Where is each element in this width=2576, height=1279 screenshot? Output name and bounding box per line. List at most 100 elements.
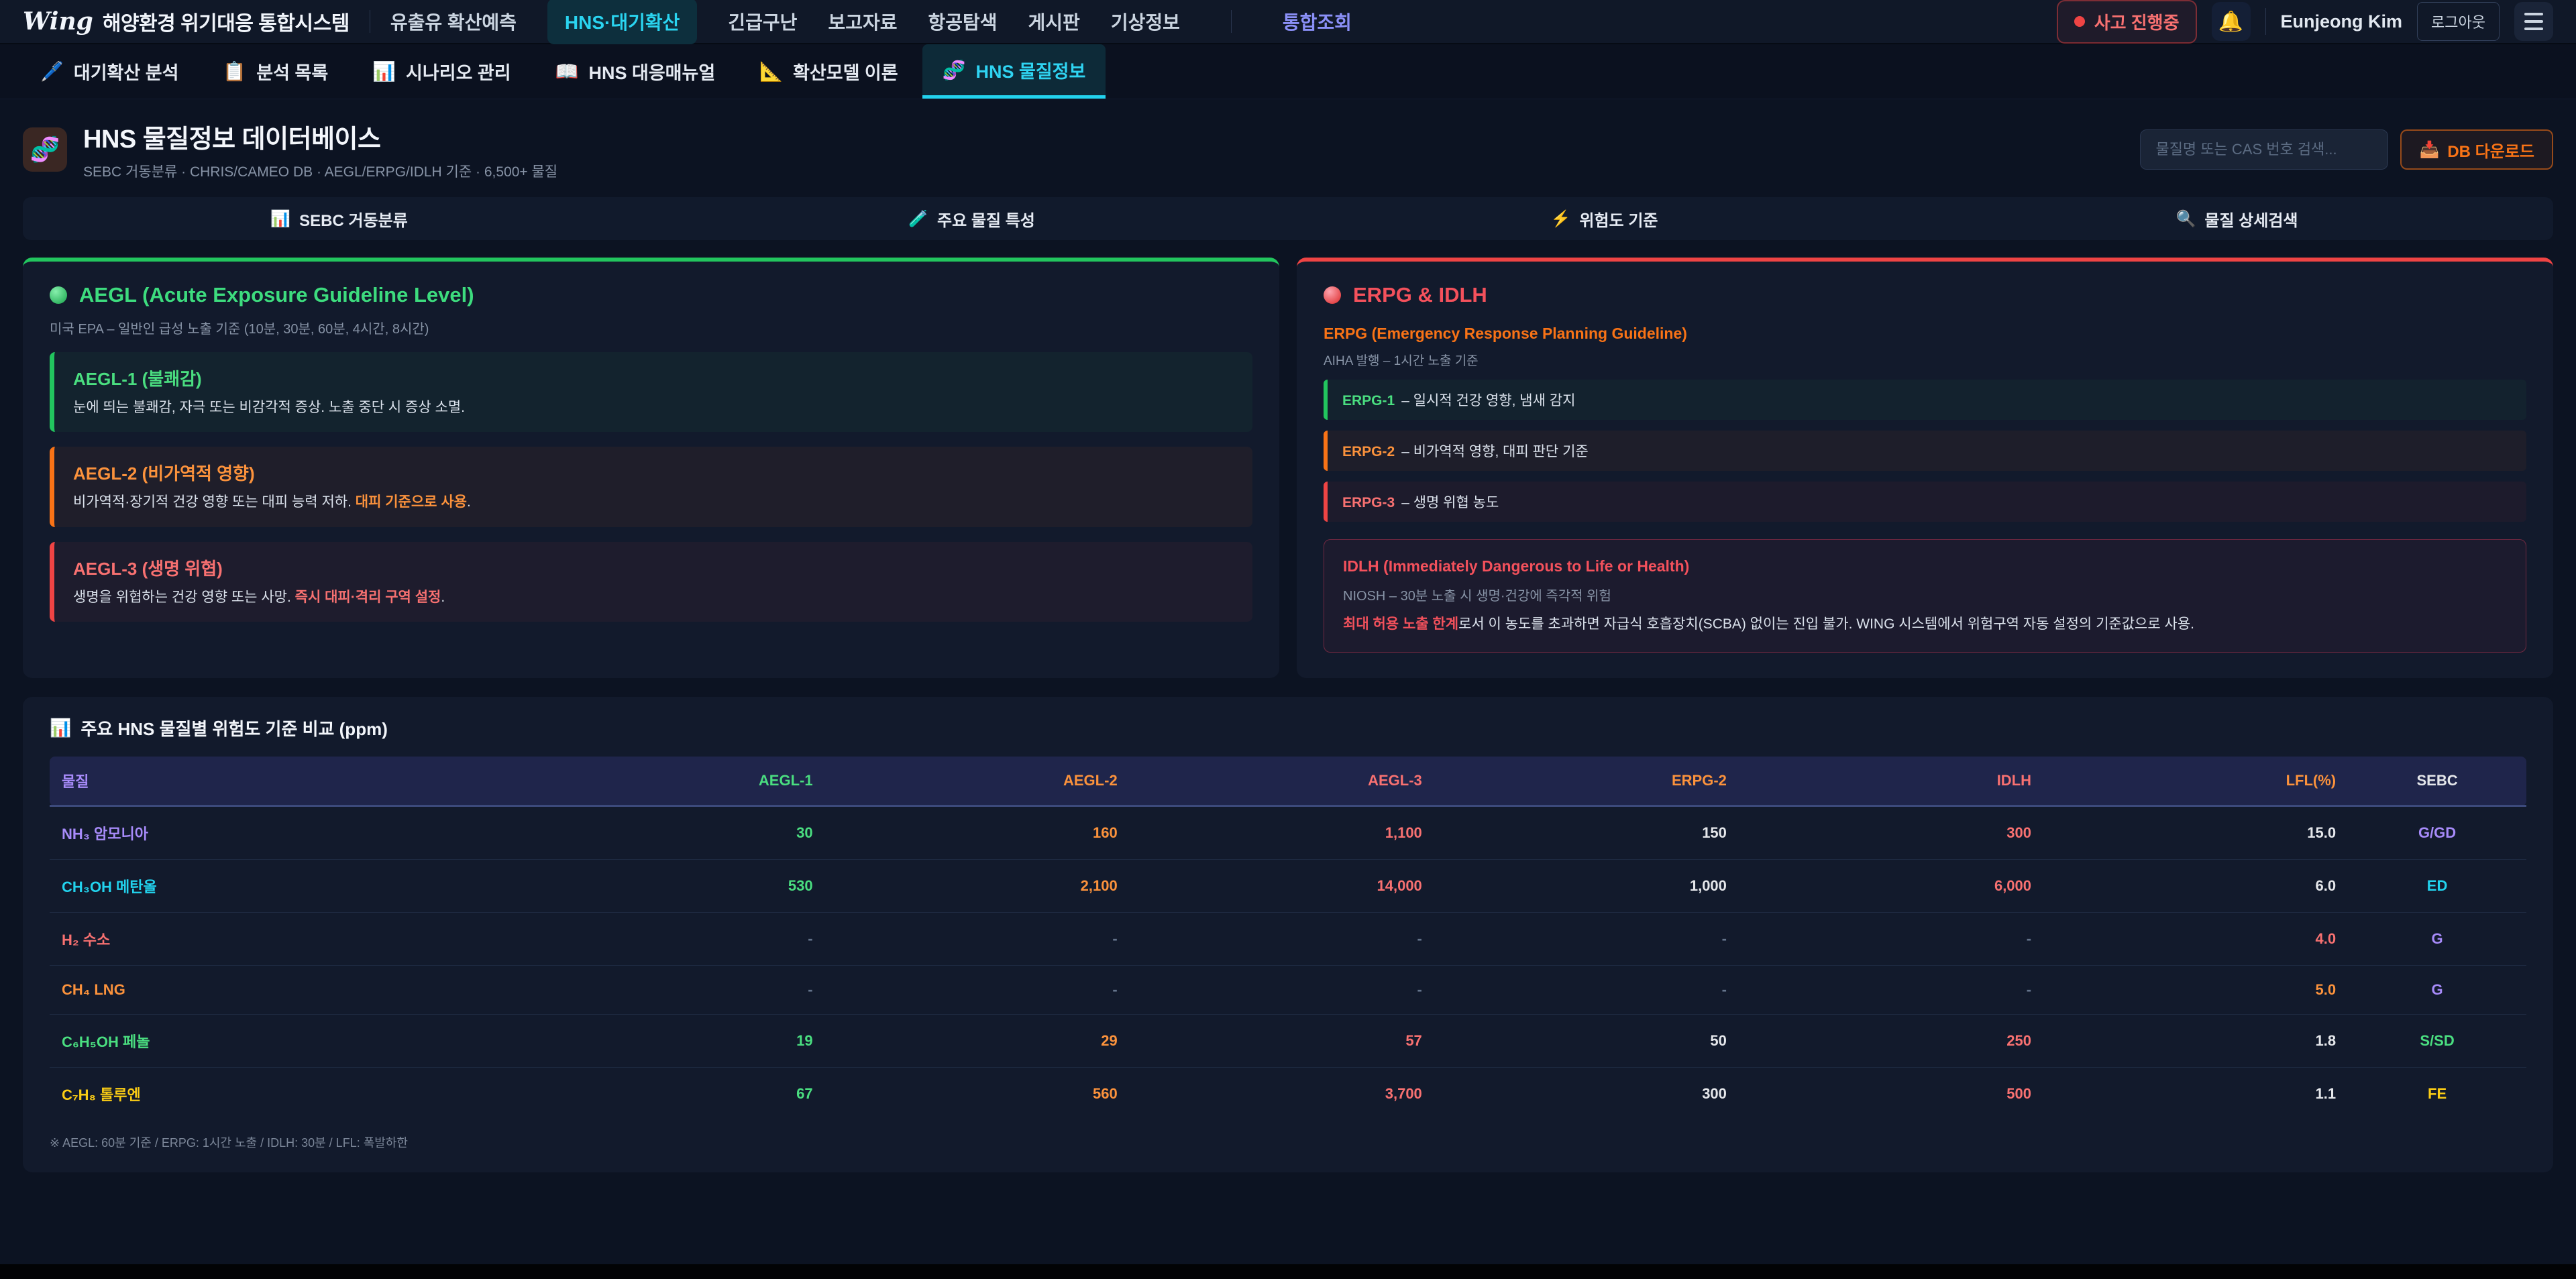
value-cell: - (1130, 913, 1434, 966)
sub-nav-tab-label: 확산모델 이론 (793, 58, 898, 85)
sub-nav-tab-icon: 🧬 (943, 59, 966, 81)
section-tab-icon: 📊 (270, 209, 290, 229)
value-cell: 2,100 (825, 860, 1130, 913)
sub-nav-tab-3[interactable]: 📖HNS 대응매뉴얼 (535, 44, 736, 99)
erpg-section-subtitle: AIHA 발행 – 1시간 노출 기준 (1324, 351, 2526, 369)
main-nav-item-4[interactable]: 항공탐색 (928, 8, 998, 35)
column-header: AEGL-3 (1130, 757, 1434, 806)
bell-icon: 🔔 (2218, 10, 2243, 34)
substance-search-input[interactable] (2140, 129, 2388, 170)
erpg-2-label: ERPG-2 (1342, 444, 1395, 459)
section-tab-icon: 🔍 (2176, 209, 2196, 229)
value-cell: S/SD (2348, 1015, 2526, 1068)
table-row: NH₃ 암모니아301601,10015030015.0G/GD (50, 806, 2526, 860)
incident-status-badge[interactable]: 사고 진행중 (2057, 0, 2197, 44)
table-body: NH₃ 암모니아301601,10015030015.0G/GDCH₃OH 메탄… (50, 806, 2526, 1121)
aegl-panel-title: AEGL (Acute Exposure Guideline Level) (79, 283, 474, 307)
main-nav-item-3[interactable]: 보고자료 (828, 8, 897, 35)
value-cell: 14,000 (1130, 860, 1434, 913)
aegl-1-card: AEGL-1 (불쾌감) 눈에 띄는 불쾌감, 자극 또는 비감각적 증상. 노… (50, 352, 1252, 432)
section-tab-0[interactable]: 📊SEBC 거동분류 (23, 197, 655, 240)
aegl-1-desc: 눈에 띄는 불쾌감, 자극 또는 비감각적 증상. 노출 중단 시 증상 소멸. (73, 398, 1234, 417)
aegl-2-card: AEGL-2 (비가역적 영향) 비가역적·장기적 건강 영향 또는 대피 능력… (50, 447, 1252, 526)
erpg-1-row: ERPG-1– 일시적 건강 영향, 냄새 감지 (1324, 380, 2526, 420)
sub-nav-tab-1[interactable]: 📋 분석 목록 (203, 44, 348, 99)
sub-nav-tab-label: 분석 목록 (256, 58, 328, 85)
erpg-panel-title: ERPG & IDLH (1353, 283, 1487, 307)
erpg-3-row: ERPG-3– 생명 위협 농도 (1324, 482, 2526, 522)
main-nav-item-7[interactable]: 통합조회 (1283, 8, 1352, 35)
db-download-button[interactable]: 📥 DB 다운로드 (2400, 129, 2553, 170)
main-nav-item-6[interactable]: 기상정보 (1111, 8, 1180, 35)
table-row: C₇H₈ 톨루엔675603,7003005001.1FE (50, 1068, 2526, 1121)
section-tab-3[interactable]: 🔍물질 상세검색 (1921, 197, 2553, 240)
value-cell: - (825, 966, 1130, 1015)
value-cell: 6.0 (2043, 860, 2348, 913)
erpg-2-row: ERPG-2– 비가역적 영향, 대피 판단 기준 (1324, 431, 2526, 471)
section-tab-label: 주요 물질 특성 (937, 207, 1035, 231)
main-nav-item-2[interactable]: 긴급구난 (728, 8, 797, 35)
value-cell: 67 (520, 1068, 824, 1121)
sub-nav-tab-5[interactable]: 🧬HNS 물질정보 (922, 44, 1106, 99)
incident-dot-icon (2074, 16, 2085, 27)
app-title: 해양환경 위기대응 통합시스템 (103, 7, 350, 36)
wing-logo-icon: Wing (23, 7, 93, 36)
substance-name-cell: C₆H₅OH 페놀 (50, 1015, 520, 1068)
value-cell: 1,000 (1434, 860, 1739, 913)
value-cell: G (2348, 913, 2526, 966)
section-tab-1[interactable]: 🧪 주요 물질 특성 (655, 197, 1288, 240)
sub-nav-tab-icon: 🖊️ (40, 60, 64, 82)
value-cell: 3,700 (1130, 1068, 1434, 1121)
table-row: CH₃OH 메탄올5302,10014,0001,0006,0006.0ED (50, 860, 2526, 913)
notifications-button[interactable]: 🔔 (2212, 2, 2251, 41)
value-cell: 1,100 (1130, 806, 1434, 860)
substance-name-cell: NH₃ 암모니아 (50, 806, 520, 860)
value-cell: - (520, 966, 824, 1015)
value-cell: 1.8 (2043, 1015, 2348, 1068)
value-cell: - (520, 913, 824, 966)
value-cell: - (1739, 913, 2043, 966)
app-logo: Wing 해양환경 위기대응 통합시스템 (23, 7, 350, 36)
value-cell: 6,000 (1739, 860, 2043, 913)
value-cell: - (1434, 966, 1739, 1015)
idlh-card: IDLH (Immediately Dangerous to Life or H… (1324, 539, 2526, 653)
aegl-3-card: AEGL-3 (생명 위협) 생명을 위협하는 건강 영향 또는 사망. 즉시 … (50, 542, 1252, 622)
sub-nav-tab-0[interactable]: 🖊️대기확산 분석 (20, 44, 199, 99)
page-title: HNS 물질정보 데이터베이스 (83, 118, 557, 155)
sub-nav-tab-4[interactable]: 📐확산모델 이론 (739, 44, 918, 99)
table-footnote: ※ AEGL: 60분 기준 / ERPG: 1시간 노출 / IDLH: 30… (50, 1133, 2526, 1151)
section-tab-icon: 🧪 (908, 209, 928, 229)
column-header: LFL(%) (2043, 757, 2348, 806)
main-nav-item-5[interactable]: 게시판 (1028, 8, 1080, 35)
hns-risk-table: 물질AEGL-1AEGL-2AEGL-3ERPG-2IDLHLFL(%)SEBC… (50, 757, 2526, 1120)
sub-nav-tab-icon: 📋 (223, 60, 246, 82)
value-cell: 300 (1434, 1068, 1739, 1121)
comparison-table-card: 📊 주요 HNS 물질별 위험도 기준 비교 (ppm) 물질AEGL-1AEG… (23, 697, 2553, 1172)
logout-button[interactable]: 로그아웃 (2417, 2, 2500, 41)
sub-navbar: 🖊️대기확산 분석 📋 분석 목록 📊시나리오 관리📖HNS 대응매뉴얼📐확산모델 이… (0, 44, 2576, 99)
table-title: 주요 HNS 물질별 위험도 기준 비교 (ppm) (80, 716, 387, 740)
section-tab-2[interactable]: ⚡위험도 기준 (1288, 197, 1921, 240)
value-cell: 150 (1434, 806, 1739, 860)
incident-badge-label: 사고 진행중 (2094, 9, 2180, 34)
value-cell: - (1739, 966, 2043, 1015)
erpg-3-desc: – 생명 위협 농도 (1401, 495, 1499, 510)
idlh-title: IDLH (Immediately Dangerous to Life or H… (1343, 557, 2507, 575)
table-row: H₂ 수소-----4.0G (50, 913, 2526, 966)
column-header: 물질 (50, 757, 520, 806)
main-nav-item-0[interactable]: 유출유 확산예측 (390, 8, 517, 35)
main-nav-item-1[interactable]: HNS·대기확산 (547, 0, 697, 44)
value-cell: 1.1 (2043, 1068, 2348, 1121)
sub-nav-tab-icon: 📊 (372, 60, 396, 82)
top-navbar: Wing 해양환경 위기대응 통합시스템 유출유 확산예측 HNS·대기확산 긴급구… (0, 0, 2576, 44)
value-cell: 500 (1739, 1068, 2043, 1121)
sub-nav-tab-2[interactable]: 📊시나리오 관리 (352, 44, 531, 99)
divider (2265, 8, 2266, 35)
erpg-1-label: ERPG-1 (1342, 393, 1395, 408)
value-cell: 57 (1130, 1015, 1434, 1068)
aegl-3-title: AEGL-3 (생명 위협) (73, 555, 1234, 580)
column-header: IDLH (1739, 757, 2043, 806)
substance-name-cell: CH₄ LNG (50, 966, 520, 1015)
column-header: AEGL-2 (825, 757, 1130, 806)
hamburger-menu-button[interactable] (2514, 2, 2553, 41)
